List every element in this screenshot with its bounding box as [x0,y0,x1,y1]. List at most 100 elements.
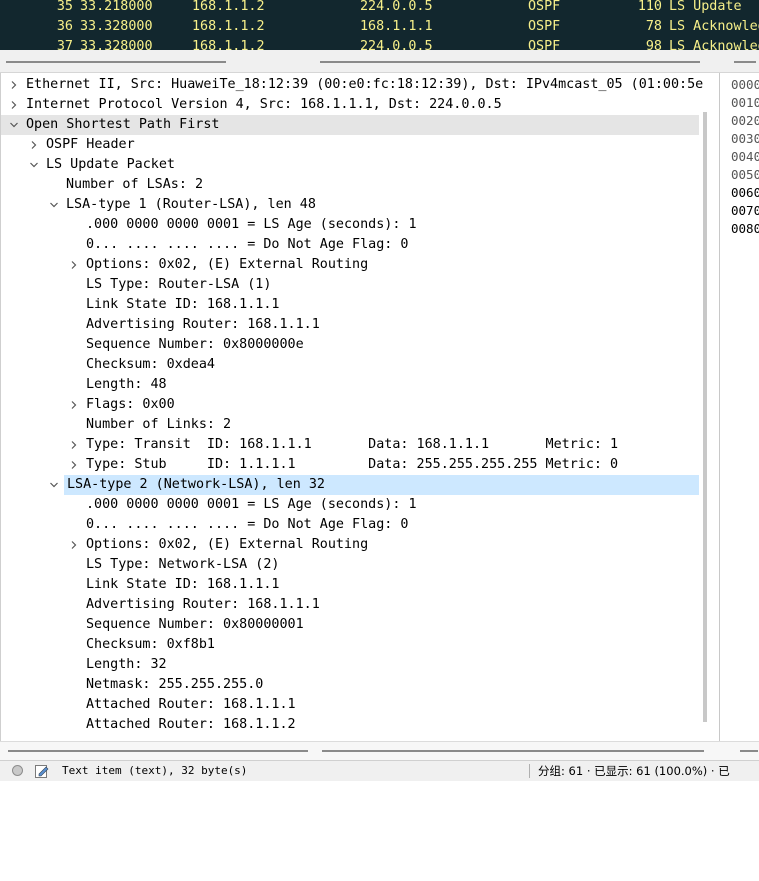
bytes-offset: 0010 [731,95,759,110]
tree-item[interactable]: Attached Router: 168.1.1.1 [1,695,701,715]
packet-cell-len: 78 [645,19,662,34]
packet-list-hscrollbar[interactable] [0,50,759,73]
chevron-right-icon[interactable] [69,535,79,555]
scrollbar-thumb[interactable] [8,750,308,752]
chevron-right-icon[interactable] [29,135,39,155]
tree-item-label: Attached Router: 168.1.1.1 [86,697,296,712]
tree-item-label: Options: 0x02, (E) External Routing [86,257,369,272]
packet-cell-src: 168.1.1.2 [192,19,265,34]
tree-item[interactable]: LS Update Packet [1,155,701,175]
bytes-offset: 0040 [731,149,759,164]
expert-info-icon[interactable] [12,765,23,776]
tree-item[interactable]: 0... .... .... .... = Do Not Age Flag: 0 [1,515,701,535]
tree-item-label: 0... .... .... .... = Do Not Age Flag: 0 [86,237,409,252]
tree-item-label: Netmask: 255.255.255.0 [86,677,264,692]
tree-item-label: .000 0000 0000 0001 = LS Age (seconds): … [86,217,417,232]
tree-item[interactable]: Options: 0x02, (E) External Routing [1,255,701,275]
scrollbar-thumb[interactable] [6,61,226,63]
scrollbar-thumb[interactable] [740,750,758,752]
tree-item[interactable]: Number of Links: 2 [1,415,701,435]
tree-item-label: Ethernet II, Src: HuaweiTe_18:12:39 (00:… [26,77,704,92]
tree-item[interactable]: LS Type: Router-LSA (1) [1,275,701,295]
packet-cell-time: 33.328000 [80,19,153,34]
tree-item[interactable]: Internet Protocol Version 4, Src: 168.1.… [1,95,701,115]
packet-cell-no: 35 [56,0,73,14]
bytes-offset: 0020 [731,113,759,128]
tree-item[interactable]: OSPF Header [1,135,701,155]
tree-item[interactable]: Link State ID: 168.1.1.1 [1,575,701,595]
bytes-offset: 0080 [731,221,759,236]
tree-item[interactable]: Advertising Router: 168.1.1.1 [1,315,701,335]
tree-item-label: LSA-type 1 (Router-LSA), len 48 [66,197,316,212]
chevron-right-icon[interactable] [9,75,19,95]
tree-item[interactable]: Type: Stub ID: 1.1.1.1 Data: 255.255.255… [1,455,701,475]
packet-cell-dst: 168.1.1.1 [360,19,433,34]
chevron-right-icon[interactable] [69,435,79,455]
scrollbar-thumb[interactable] [734,61,756,63]
tree-item-label: Type: Transit ID: 168.1.1.1 Data: 168.1.… [86,437,619,452]
packet-cell-dst: 224.0.0.5 [360,39,433,50]
packet-details-tree[interactable]: Ethernet II, Src: HuaweiTe_18:12:39 (00:… [0,73,719,741]
tree-item[interactable]: Open Shortest Path First [1,115,699,135]
tree-item-label: Attached Router: 168.1.1.2 [86,717,296,732]
packet-cell-time: 33.328000 [80,39,153,50]
chevron-right-icon[interactable] [69,455,79,475]
packet-cell-dst: 224.0.0.5 [360,0,433,14]
packet-cell-info: LS Acknowledge [669,19,759,34]
tree-item-label: Flags: 0x00 [86,397,175,412]
packet-cell-len: 98 [645,39,662,50]
tree-item[interactable]: Ethernet II, Src: HuaweiTe_18:12:39 (00:… [1,75,704,95]
tree-item[interactable]: Advertising Router: 168.1.1.1 [1,595,701,615]
tree-item[interactable]: Link State ID: 168.1.1.1 [1,295,701,315]
packet-cell-no: 37 [56,39,73,50]
chevron-right-icon[interactable] [9,95,19,115]
status-bar: Text item (text), 32 byte(s) 分组: 61 · 已显… [0,760,759,781]
packet-row[interactable]: 35 33.218000 168.1.1.2 224.0.0.5 OSPF 110 LS U… [0,0,759,17]
details-hscrollbar[interactable] [0,741,759,760]
packet-row[interactable]: 37 33.328000 168.1.1.2 224.0.0.5 OSPF 98 LS Ac… [0,37,759,50]
chevron-down-icon[interactable] [9,115,19,135]
tree-item[interactable]: Checksum: 0xf8b1 [1,635,701,655]
tree-item[interactable]: .000 0000 0000 0001 = LS Age (seconds): … [1,215,701,235]
tree-item[interactable]: Checksum: 0xdea4 [1,355,701,375]
details-vscrollbar[interactable] [703,112,707,722]
packet-cell-src: 168.1.1.2 [192,0,265,14]
packet-row[interactable]: 36 33.328000 168.1.1.2 168.1.1.1 OSPF 78 LS Ac… [0,17,759,37]
tree-item[interactable]: LSA-type 1 (Router-LSA), len 48 [1,195,701,215]
packet-cell-no: 36 [56,19,73,34]
chevron-right-icon[interactable] [69,395,79,415]
tree-item-label: LSA-type 2 (Network-LSA), len 32 [67,477,325,492]
tree-item-label: Checksum: 0xf8b1 [86,637,215,652]
tree-item[interactable]: Attached Router: 168.1.1.2 [1,715,701,735]
tree-item[interactable]: LS Type: Network-LSA (2) [1,555,701,575]
tree-item[interactable]: LSA-type 2 (Network-LSA), len 32 [50,475,699,495]
tree-item[interactable]: Sequence Number: 0x8000000e [1,335,701,355]
tree-item[interactable]: Options: 0x02, (E) External Routing [1,535,701,555]
tree-item[interactable]: Length: 32 [1,655,701,675]
tree-item-label: Open Shortest Path First [26,117,220,132]
tree-item-label: Checksum: 0xdea4 [86,357,215,372]
packet-cell-proto: OSPF [528,0,561,14]
tree-item[interactable]: Netmask: 255.255.255.0 [1,675,701,695]
packet-cell-len: 110 [637,0,662,14]
tree-item-label: .000 0000 0000 0001 = LS Age (seconds): … [86,497,417,512]
chevron-down-icon[interactable] [29,155,39,175]
scrollbar-thumb[interactable] [320,61,700,63]
edit-comment-icon[interactable] [34,763,50,779]
tree-item-label: Advertising Router: 168.1.1.1 [86,597,320,612]
tree-item-label: Type: Stub ID: 1.1.1.1 Data: 255.255.255… [86,457,619,472]
tree-item[interactable]: Type: Transit ID: 168.1.1.1 Data: 168.1.… [1,435,701,455]
tree-item-label: LS Type: Router-LSA (1) [86,277,272,292]
tree-item[interactable]: Length: 48 [1,375,701,395]
tree-item[interactable]: Sequence Number: 0x80000001 [1,615,701,635]
tree-item[interactable]: Number of LSAs: 2 [1,175,701,195]
scrollbar-thumb[interactable] [322,750,704,752]
tree-item[interactable]: .000 0000 0000 0001 = LS Age (seconds): … [1,495,701,515]
chevron-down-icon[interactable] [49,475,59,495]
tree-item[interactable]: 0... .... .... .... = Do Not Age Flag: 0 [1,235,701,255]
packet-list[interactable]: 35 33.218000 168.1.1.2 224.0.0.5 OSPF 110 LS U… [0,0,759,50]
chevron-down-icon[interactable] [49,195,59,215]
tree-item[interactable]: Flags: 0x00 [1,395,701,415]
packet-bytes-pane[interactable]: 0000 0010 0020 0030 0040 0050 0060 0070 0080 [719,73,759,741]
chevron-right-icon[interactable] [69,255,79,275]
